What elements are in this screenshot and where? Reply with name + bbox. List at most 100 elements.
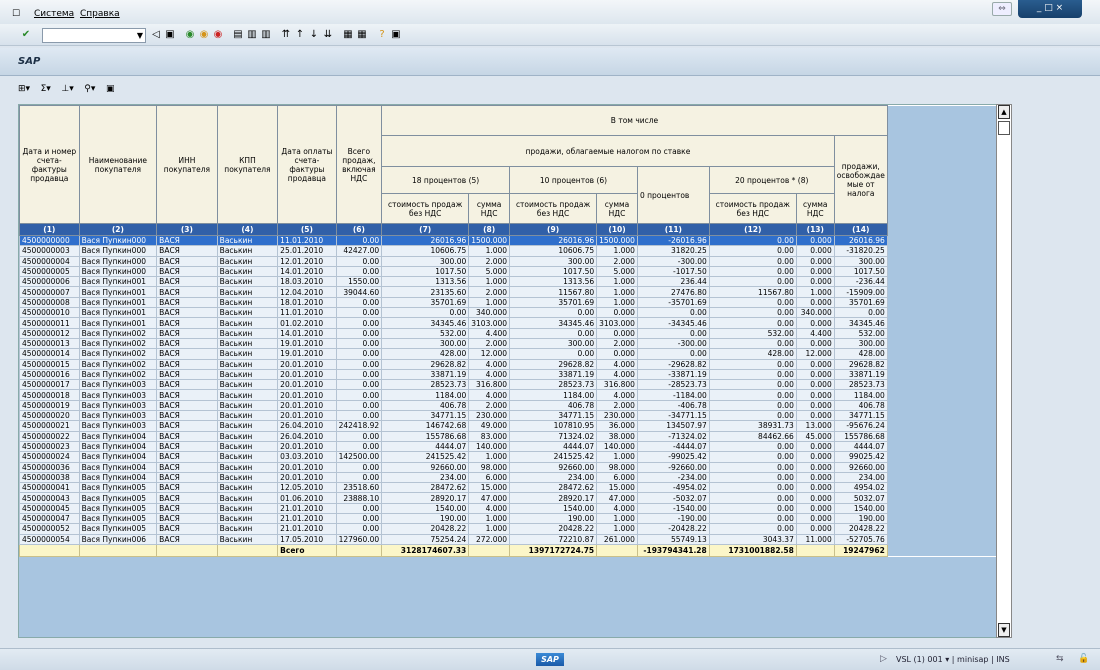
table-cell[interactable]: 12.04.2010 [277,286,337,298]
table-cell[interactable]: ВАСЯ [156,379,218,391]
table-cell[interactable]: 28523.73 [509,379,598,391]
table-cell[interactable]: 0.00 [335,471,383,484]
table-cell[interactable]: Васькин [216,502,279,515]
table-cell[interactable]: 3043.37 [708,533,797,545]
table-cell[interactable]: 20.01.2010 [277,358,337,370]
table-cell[interactable]: 21.01.2010 [277,513,337,525]
table-cell[interactable]: -300.00 [636,255,710,267]
find-icon[interactable]: ▥ [246,29,258,41]
table-cell[interactable]: 4500000016 [19,368,80,381]
table-cell[interactable]: ВАСЯ [156,255,218,267]
table-cell[interactable]: Васькин [216,327,279,339]
table-cell[interactable]: 0.00 [335,379,383,391]
table-row[interactable]: 4500000016 Вася Пупкин002 ВАСЯ Васькин 20.01… [19,368,1011,381]
table-cell[interactable]: Вася Пупкин004 [78,451,158,463]
table-cell[interactable]: 45.000 [795,430,835,442]
table-cell[interactable]: 1313.56 [509,276,598,288]
column-number[interactable]: (14) [833,223,888,236]
table-row[interactable]: 4500000047 Вася Пупкин005 ВАСЯ Васькин 21.01… [19,513,1011,525]
table-cell[interactable]: Васькин [216,440,279,453]
table-cell[interactable]: Васькин [216,379,279,391]
table-cell[interactable]: Васькин [216,492,279,504]
table-cell[interactable]: Вася Пупкин001 [78,317,158,329]
table-cell[interactable]: 4500000007 [19,286,80,298]
table-cell[interactable]: 1.000 [468,451,511,463]
column-number[interactable]: (8) [468,223,511,236]
table-cell[interactable]: 0.000 [795,502,835,515]
table-cell[interactable]: 4500000022 [19,430,80,442]
table-cell[interactable]: 18.01.2010 [277,296,337,309]
table-cell[interactable]: ВАСЯ [156,368,218,381]
table-cell[interactable]: Вася Пупкин000 [78,265,158,278]
table-cell[interactable]: 1540.00 [381,502,470,515]
table-cell[interactable]: 1.000 [468,523,511,535]
table-cell[interactable]: 0.00 [708,461,797,473]
table-cell[interactable]: 0.00 [509,327,598,339]
new-session-icon[interactable]: ▦ [342,29,354,41]
table-cell[interactable]: 2.000 [468,399,511,412]
table-cell[interactable]: 0.00 [708,523,797,535]
table-cell[interactable]: 428.00 [381,348,470,360]
table-cell[interactable]: Вася Пупкин000 [78,245,158,257]
table-cell[interactable]: 0.00 [335,358,383,370]
table-cell[interactable]: 236.44 [636,276,710,288]
back-icon[interactable]: ◉ [184,29,196,41]
table-cell[interactable]: 3103.000 [468,317,511,329]
table-cell[interactable]: ВАСЯ [156,513,218,525]
table-row[interactable]: 4500000018 Вася Пупкин003 ВАСЯ Васькин 20.01… [19,389,1011,401]
table-cell[interactable]: 1.000 [596,523,638,535]
table-cell[interactable]: Вася Пупкин004 [78,430,158,442]
table-cell[interactable]: 261.000 [596,533,638,545]
table-cell[interactable]: 23888.10 [335,492,383,504]
table-cell[interactable]: Вася Пупкин003 [78,420,158,432]
table-cell[interactable]: 0.00 [335,234,383,247]
table-cell[interactable]: 12.05.2010 [277,482,337,494]
table-cell[interactable]: 20.01.2010 [277,399,337,412]
table-cell[interactable]: 20.01.2010 [277,410,337,422]
table-cell[interactable]: ВАСЯ [156,234,218,247]
table-cell[interactable]: 0.00 [708,358,797,370]
table-cell[interactable]: 19.01.2010 [277,348,337,360]
table-cell[interactable]: Васькин [216,471,279,484]
table-cell[interactable]: 0.000 [795,368,835,381]
table-cell[interactable]: 0.000 [795,337,835,350]
table-cell[interactable]: 0.00 [636,307,710,319]
table-cell[interactable]: Вася Пупкин003 [78,410,158,422]
table-cell[interactable]: 0.00 [708,317,797,329]
table-cell[interactable]: 4500000011 [19,317,80,329]
table-cell[interactable]: 20428.22 [833,523,888,535]
table-cell[interactable]: 0.00 [708,255,797,267]
table-cell[interactable]: 71324.02 [509,430,598,442]
table-cell[interactable]: Васькин [216,265,279,278]
column-number[interactable]: (10) [596,223,638,236]
table-cell[interactable]: Васькин [216,307,279,319]
table-row[interactable]: 4500000000 Вася Пупкин000 ВАСЯ Васькин 11.01… [19,234,1011,247]
table-cell[interactable]: 21.01.2010 [277,502,337,515]
table-cell[interactable]: 4500000020 [19,410,80,422]
command-field[interactable]: ▼ [42,28,146,43]
table-cell[interactable]: 4.000 [596,502,638,515]
table-cell[interactable]: 29628.82 [509,358,598,370]
table-cell[interactable]: -34771.15 [636,410,710,422]
table-cell[interactable]: 92660.00 [509,461,598,473]
table-cell[interactable]: -34345.46 [636,317,710,329]
column-number[interactable]: (7) [381,223,470,236]
table-cell[interactable]: Васькин [216,337,279,350]
table-cell[interactable]: 316.800 [596,379,638,391]
table-cell[interactable]: 0.00 [381,307,470,319]
table-cell[interactable]: 4500000038 [19,471,80,484]
column-number[interactable]: (13) [795,223,835,236]
table-cell[interactable]: Вася Пупкин004 [78,471,158,484]
enter-icon[interactable]: ✔ [20,29,32,41]
table-cell[interactable]: ВАСЯ [156,502,218,515]
table-cell[interactable]: 406.78 [509,399,598,412]
exit-icon[interactable]: ◉ [198,29,210,41]
table-cell[interactable]: 316.800 [468,379,511,391]
table-cell[interactable]: 33871.19 [833,368,888,381]
table-cell[interactable]: 1017.50 [509,265,598,278]
table-row[interactable]: 4500000020 Вася Пупкин003 ВАСЯ Васькин 20.01… [19,410,1011,422]
table-cell[interactable]: -300.00 [636,337,710,350]
table-cell[interactable]: ВАСЯ [156,533,218,545]
table-cell[interactable]: 4.000 [468,358,511,370]
table-cell[interactable]: ВАСЯ [156,471,218,484]
